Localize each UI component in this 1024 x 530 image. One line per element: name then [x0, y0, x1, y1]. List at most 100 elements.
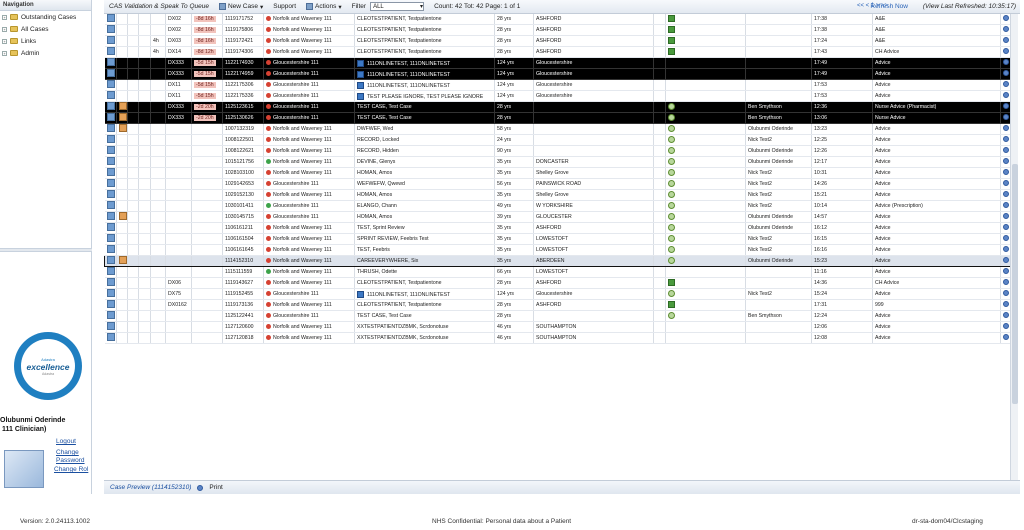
- change-password-link[interactable]: Change: [56, 449, 79, 456]
- info-icon[interactable]: [1003, 70, 1009, 76]
- print-button[interactable]: Print: [209, 484, 222, 491]
- table-row[interactable]: 1029142653 Gloucestershire 111 WEFWEFW, Qw…: [104, 178, 1010, 190]
- patient-cell[interactable]: SPRINT REVIEW, Feebris Test: [354, 233, 495, 245]
- table-row[interactable]: DX02 -8d 16h 1119171752 Norfolk and Waveney…: [104, 14, 1010, 25]
- cas-validation-button[interactable]: CAS Validation & Speak To Queue: [104, 3, 214, 10]
- info-cell[interactable]: [1000, 178, 1010, 190]
- select-cell[interactable]: [104, 211, 117, 223]
- select-cell[interactable]: [104, 233, 117, 245]
- patient-cell[interactable]: XXTESTPATIENTDZBMK, Scrdonotuse: [354, 332, 495, 344]
- select-cell[interactable]: [104, 156, 117, 168]
- table-row[interactable]: 1015121756 Norfolk and Waveney 111 DEVINE,…: [104, 156, 1010, 168]
- select-cell[interactable]: [104, 24, 117, 36]
- info-cell[interactable]: [1000, 112, 1010, 124]
- row-select-icon[interactable]: [106, 91, 115, 99]
- patient-cell[interactable]: 111ONLINETEST, 111ONLINETEST: [354, 79, 495, 91]
- info-icon[interactable]: [1003, 103, 1009, 109]
- row-select-icon[interactable]: [106, 212, 115, 220]
- info-icon[interactable]: [1003, 37, 1009, 43]
- row-select-icon[interactable]: [106, 58, 115, 66]
- case-number-cell[interactable]: 1029142653: [222, 178, 264, 190]
- case-number-cell[interactable]: 1122175306: [222, 79, 264, 91]
- row-select-icon[interactable]: [106, 311, 115, 319]
- info-cell[interactable]: [1000, 90, 1010, 102]
- patient-cell[interactable]: RECORD, Locked: [354, 134, 495, 146]
- select-cell[interactable]: [104, 90, 117, 102]
- change-role-link[interactable]: Change Rol: [54, 466, 88, 473]
- info-cell[interactable]: [1000, 134, 1010, 146]
- row-select-icon[interactable]: [106, 80, 115, 88]
- row-select-icon[interactable]: [106, 113, 115, 121]
- patient-cell[interactable]: HOMAN, Amos: [354, 167, 495, 179]
- case-number-cell[interactable]: 1119175806: [222, 24, 264, 36]
- row-select-icon[interactable]: [106, 289, 115, 297]
- patient-cell[interactable]: DEVINE, Glenys: [354, 156, 495, 168]
- case-number-cell[interactable]: 1122174930: [222, 57, 264, 69]
- case-number-cell[interactable]: 1122175336: [222, 90, 264, 102]
- pane-splitter[interactable]: [0, 248, 92, 252]
- case-number-cell[interactable]: 1106161645: [222, 244, 264, 256]
- row-select-icon[interactable]: [106, 157, 115, 165]
- new-case-button[interactable]: New Case ▾: [214, 3, 268, 11]
- select-cell[interactable]: [104, 14, 117, 25]
- row-select-icon[interactable]: [106, 36, 115, 44]
- case-number-cell[interactable]: 1125122441: [222, 310, 264, 322]
- info-cell[interactable]: [1000, 222, 1010, 234]
- table-row[interactable]: 1029152130 Norfolk and Waveney 111 HOMAN, …: [104, 189, 1010, 201]
- table-row[interactable]: DX06 1119143627 Norfolk and Waveney 111 CLE…: [104, 277, 1010, 289]
- table-row[interactable]: 1007132319 Norfolk and Waveney 111 DWFWEF,…: [104, 123, 1010, 135]
- patient-cell[interactable]: TEST, Feebris: [354, 244, 495, 256]
- vertical-scrollbar[interactable]: [1010, 14, 1018, 480]
- nav-item[interactable]: + Links: [0, 35, 91, 47]
- row-select-icon[interactable]: [106, 201, 115, 209]
- select-cell[interactable]: [104, 255, 117, 267]
- table-row[interactable]: DX11 -5d 15h 1122175336 Gloucestershire 111…: [104, 90, 1010, 102]
- table-row[interactable]: 1115111559 Norfolk and Waveney 111 THRUSH,…: [104, 266, 1010, 278]
- row-select-icon[interactable]: [107, 256, 115, 264]
- select-cell[interactable]: [104, 310, 117, 322]
- info-icon[interactable]: [1003, 323, 1009, 329]
- select-cell[interactable]: [104, 101, 117, 113]
- select-cell[interactable]: [104, 244, 117, 256]
- select-cell[interactable]: [104, 288, 117, 300]
- patient-cell[interactable]: TEST CASE, Test Case: [354, 101, 495, 113]
- select-cell[interactable]: [104, 112, 117, 124]
- filter-select[interactable]: ALL ▾: [370, 2, 425, 11]
- table-row[interactable]: 1030145715 Gloucestershire 111 HOMAN, Amos…: [104, 211, 1010, 223]
- patient-cell[interactable]: 111ONLINETEST, 111ONLINETEST: [354, 68, 495, 80]
- case-number-cell[interactable]: 1125130626: [222, 112, 264, 124]
- patient-cell[interactable]: CLEOTESTPATIENT, Testpatientone: [354, 35, 495, 47]
- info-icon[interactable]: [1003, 290, 1009, 296]
- expand-icon[interactable]: +: [2, 50, 7, 56]
- table-row[interactable]: DX333 -5d 15h 1122174930 Gloucestershire 11…: [104, 57, 1010, 69]
- row-select-icon[interactable]: [106, 69, 115, 77]
- case-number-cell[interactable]: 1119173136: [222, 299, 264, 311]
- case-number-cell[interactable]: 1127120818: [222, 332, 264, 344]
- row-select-icon[interactable]: [106, 135, 115, 143]
- table-row[interactable]: DX333 -2d 20h 1125130626 Gloucestershire 11…: [104, 112, 1010, 124]
- preview-info-icon[interactable]: [197, 484, 204, 491]
- info-cell[interactable]: [1000, 46, 1010, 58]
- case-number-cell[interactable]: 1119172421: [222, 35, 264, 47]
- row-select-icon[interactable]: [106, 234, 115, 242]
- expand-icon[interactable]: +: [2, 26, 7, 32]
- table-row[interactable]: 1106161645 Norfolk and Waveney 111 TEST, F…: [104, 244, 1010, 256]
- patient-cell[interactable]: CLEOTESTPATIENT, Testpatientone: [354, 277, 495, 289]
- patient-cell[interactable]: TEST, Sprint Review: [354, 222, 495, 234]
- info-icon[interactable]: [1003, 136, 1009, 142]
- select-cell[interactable]: [104, 57, 117, 69]
- info-icon[interactable]: [1003, 180, 1009, 186]
- select-cell[interactable]: [104, 332, 117, 344]
- table-row[interactable]: 4h DX03 -8d 16h 1119172421 Norfolk and Waven…: [104, 35, 1010, 47]
- case-number-cell[interactable]: 1119174306: [222, 46, 264, 58]
- row-select-icon[interactable]: [106, 333, 115, 341]
- info-cell[interactable]: [1000, 35, 1010, 47]
- case-number-cell[interactable]: 1028103100: [222, 167, 264, 179]
- row-select-icon[interactable]: [106, 168, 115, 176]
- patient-cell[interactable]: WEFWEFW, Qwewd: [354, 178, 495, 190]
- info-icon[interactable]: [1003, 224, 1009, 230]
- info-cell[interactable]: [1000, 299, 1010, 311]
- expand-icon[interactable]: +: [2, 14, 7, 20]
- info-cell[interactable]: [1000, 68, 1010, 80]
- info-icon[interactable]: [1003, 158, 1009, 164]
